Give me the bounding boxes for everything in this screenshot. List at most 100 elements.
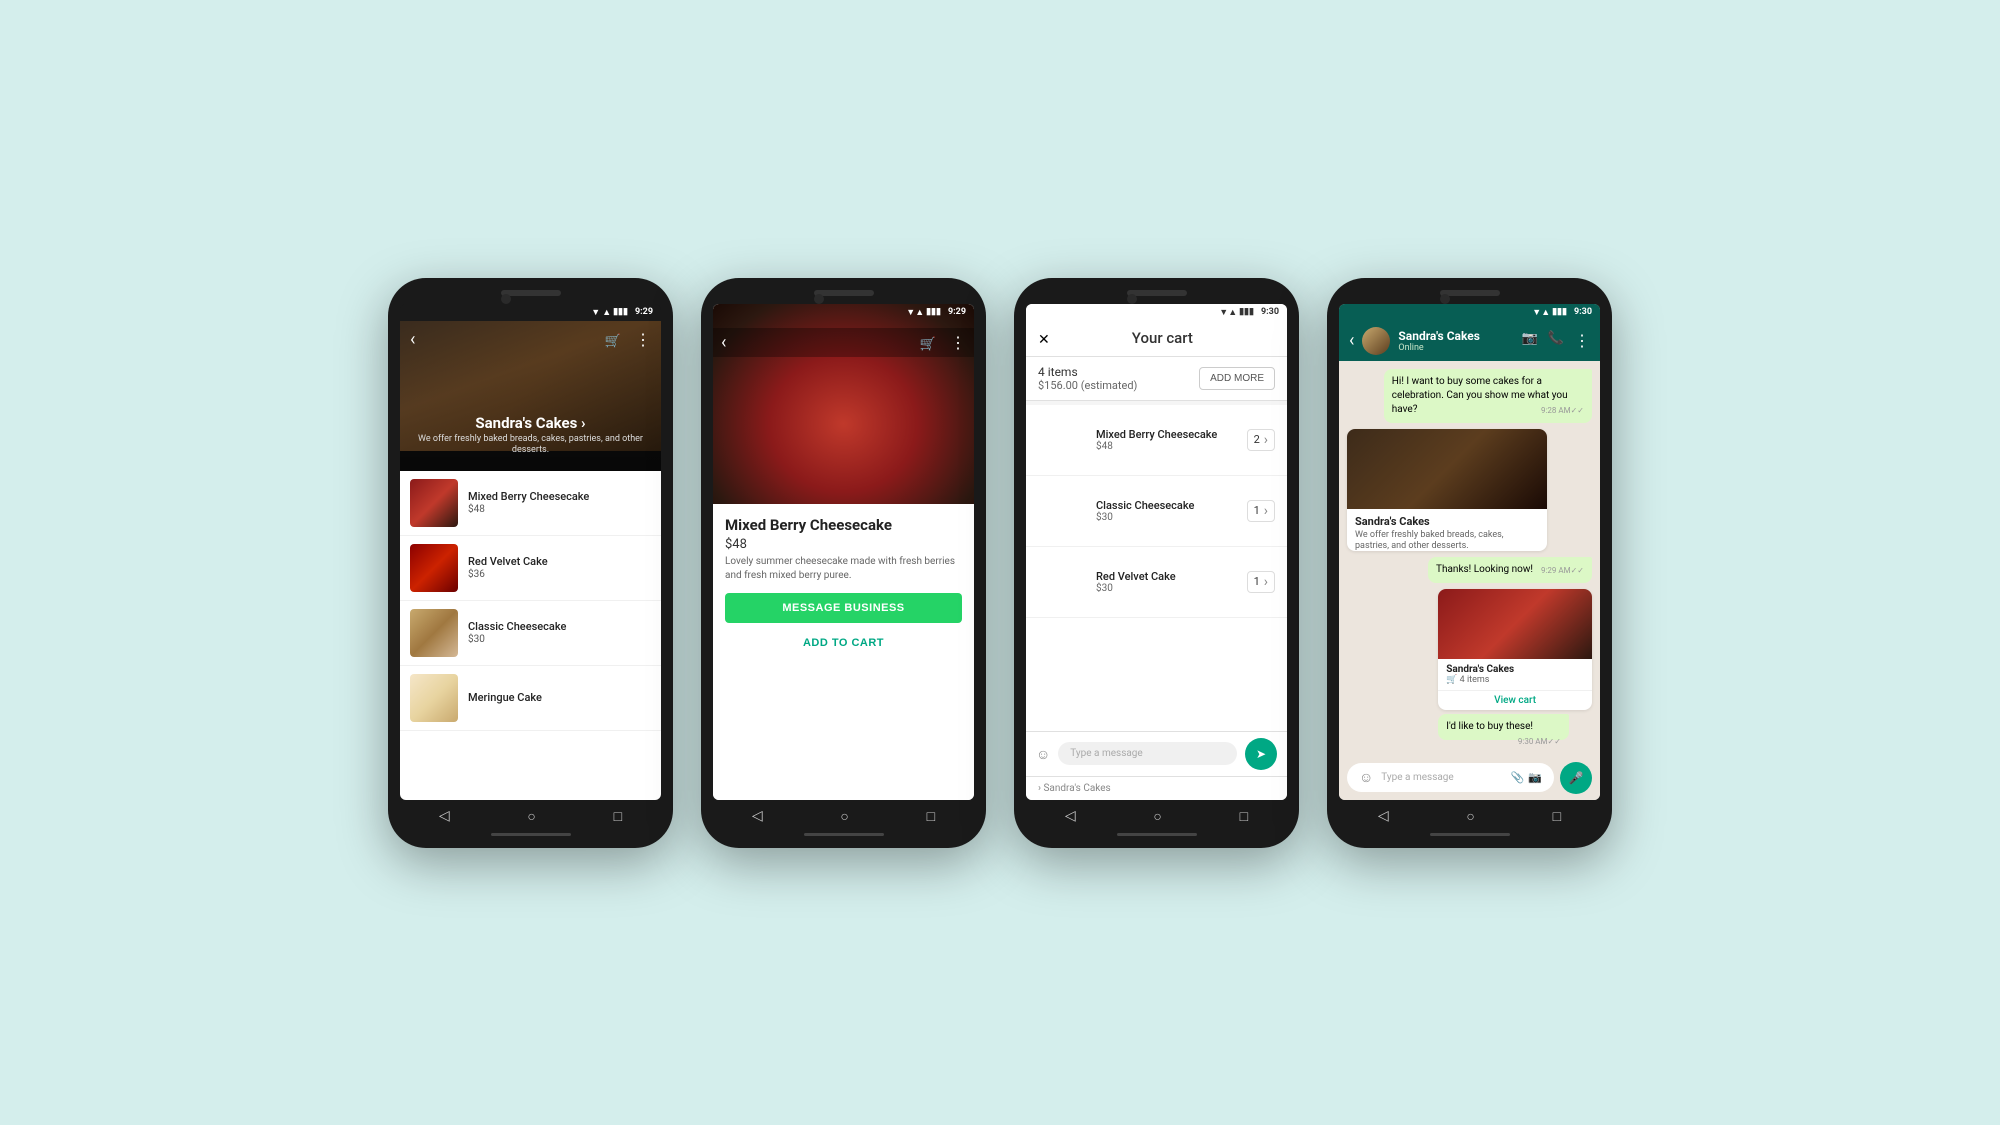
nav-recent-2[interactable]: □ — [927, 808, 935, 825]
cart-footer-label: › Sandra's Cakes — [1038, 783, 1111, 794]
msg-text-2: Thanks! Looking now! — [1436, 564, 1533, 575]
chat-input-field[interactable]: Type a message 📎 📷 — [1347, 763, 1554, 792]
nav-recent-3[interactable]: □ — [1240, 808, 1248, 825]
add-more-btn[interactable]: ADD MORE — [1199, 367, 1275, 390]
qty-chevron-2[interactable] — [1264, 503, 1268, 519]
nav-home-2[interactable]: ○ — [840, 808, 848, 825]
close-cart-btn[interactable] — [1038, 329, 1050, 348]
cart-item-qty-1[interactable]: 2 — [1247, 429, 1275, 451]
nav-recent-1[interactable]: □ — [614, 808, 622, 825]
msg-time-2: 9:29 AM — [1541, 565, 1584, 576]
signal-icon-3: ▼▲ — [1219, 307, 1237, 318]
bottom-bar-1 — [491, 833, 571, 836]
qty-chevron-3[interactable] — [1264, 574, 1268, 590]
back-icon-1[interactable] — [410, 329, 415, 350]
business-title-area: Sandra's Cakes › We offer freshly baked … — [410, 414, 651, 457]
chat-header: Sandra's Cakes Online 📷 📞 — [1339, 321, 1600, 361]
more-icon-1[interactable] — [635, 330, 651, 349]
cart-thumb-classic — [1038, 486, 1088, 536]
catalog-list-1: Mixed Berry Cheesecake $48 Red Velvet Ca… — [400, 471, 661, 800]
wifi-icon-1: ▲ — [602, 307, 611, 318]
cart-item-qty-2[interactable]: 1 — [1247, 500, 1275, 522]
back-icon-2[interactable] — [721, 332, 726, 353]
bottom-bar-2 — [804, 833, 884, 836]
status-bar-3: ▼▲ ▮▮▮ 9:30 — [1026, 304, 1287, 321]
cart-footer: › Sandra's Cakes — [1026, 776, 1287, 800]
cart-item-count: 🛒 4 items — [1446, 675, 1584, 685]
cart-item-price-2: $30 — [1096, 512, 1194, 523]
nav-back-2[interactable]: ◁ — [752, 808, 763, 824]
cart-item-price-3: $30 — [1096, 583, 1176, 594]
send-btn-3[interactable] — [1245, 738, 1277, 770]
nav-home-1[interactable]: ○ — [527, 808, 535, 825]
cart-header: Your cart — [1026, 321, 1287, 357]
phone-call-icon[interactable]: 📞 — [1548, 331, 1564, 350]
nav-back-3[interactable]: ◁ — [1065, 808, 1076, 824]
add-to-cart-btn[interactable]: ADD TO CART — [725, 631, 962, 655]
phones-container: ▼ ▲ ▮▮▮ 9:29 — [388, 278, 1612, 848]
cart-thumb-berry — [1038, 415, 1088, 465]
phone-3: ▼▲ ▮▮▮ 9:30 Your cart 4 items $156.00 (e… — [1014, 278, 1299, 848]
cart-title: Your cart — [1050, 329, 1275, 347]
phone-1: ▼ ▲ ▮▮▮ 9:29 — [388, 278, 673, 848]
item-name-2: Red Velvet Cake — [468, 555, 548, 568]
nav-home-3[interactable]: ○ — [1153, 808, 1161, 825]
cart-item-2: Classic Cheesecake $30 1 — [1026, 476, 1287, 547]
contact-name: Sandra's Cakes — [1398, 329, 1513, 343]
time-2: 9:29 — [948, 307, 966, 317]
status-bar-4: ▼▲ ▮▮▮ 9:30 — [1339, 304, 1600, 321]
back-icon-4[interactable] — [1349, 330, 1354, 351]
signal-icon-4: ▼▲ — [1532, 307, 1550, 318]
message-input-3[interactable]: Type a message — [1058, 742, 1237, 765]
more-icon-4[interactable] — [1574, 331, 1590, 350]
phone-2: ▼▲ ▮▮▮ 9:29 — [701, 278, 986, 848]
phone-3-nav: ◁ ○ □ — [1026, 800, 1287, 829]
business-tagline-1: We offer freshly baked breads, cakes, pa… — [410, 434, 651, 457]
cart-icon-2[interactable] — [920, 333, 936, 352]
msg-sent-1: Hi! I want to buy some cakes for a celeb… — [1384, 369, 1592, 423]
battery-icon-4: ▮▮▮ — [1552, 307, 1567, 317]
cart-msg-wrapper: Sandra's Cakes 🛒 4 items View cart I'd l… — [1438, 589, 1592, 747]
cart-items-list: Mixed Berry Cheesecake $48 2 Classic Che… — [1026, 405, 1287, 731]
item-thumb-meringue — [410, 674, 458, 722]
signal-icon-2: ▼▲ — [906, 307, 924, 318]
nav-back-4[interactable]: ◁ — [1378, 808, 1389, 824]
emoji-icon-3[interactable] — [1036, 744, 1050, 763]
more-icon-2[interactable] — [950, 333, 966, 352]
video-call-icon[interactable]: 📷 — [1522, 331, 1538, 350]
phone-3-camera — [1127, 294, 1137, 304]
catalog-item-3[interactable]: Classic Cheesecake $30 — [400, 601, 661, 666]
catalog-item-4[interactable]: Meringue Cake — [400, 666, 661, 731]
nav-recent-4[interactable]: □ — [1553, 808, 1561, 825]
mic-btn[interactable]: 🎤 — [1560, 762, 1592, 794]
message-business-btn[interactable]: MESSAGE BUSINESS — [725, 593, 962, 623]
cart-item-name-1: Mixed Berry Cheesecake — [1096, 428, 1217, 441]
chat-name-area: Sandra's Cakes Online — [1398, 329, 1513, 353]
status-bar-2: ▼▲ ▮▮▮ 9:29 — [713, 304, 974, 321]
item-name-4: Meringue Cake — [468, 691, 542, 704]
catalog-card-img — [1347, 429, 1547, 509]
phone-4-nav: ◁ ○ □ — [1339, 800, 1600, 829]
catalog-item-2[interactable]: Red Velvet Cake $36 — [400, 536, 661, 601]
qty-chevron-1[interactable] — [1264, 432, 1268, 448]
cart-extra-msg: I'd like to buy these! 9:30 AM — [1438, 714, 1569, 740]
cart-item-name-3: Red Velvet Cake — [1096, 570, 1176, 583]
nav-home-4[interactable]: ○ — [1466, 808, 1474, 825]
emoji-icon-4[interactable] — [1359, 769, 1373, 786]
battery-icon-2: ▮▮▮ — [926, 307, 941, 317]
cart-item-qty-3[interactable]: 1 — [1247, 571, 1275, 593]
camera-icon[interactable]: 📷 — [1528, 771, 1542, 784]
phone-4-camera — [1440, 294, 1450, 304]
attach-icon[interactable]: 📎 — [1511, 771, 1525, 784]
product-price-2: $48 — [725, 537, 962, 552]
item-name-1: Mixed Berry Cheesecake — [468, 490, 589, 503]
chat-avatar — [1362, 327, 1390, 355]
view-cart-link[interactable]: View cart — [1438, 690, 1592, 710]
nav-back-1[interactable]: ◁ — [439, 808, 450, 824]
catalog-item-1[interactable]: Mixed Berry Cheesecake $48 — [400, 471, 661, 536]
phone-3-screen: ▼▲ ▮▮▮ 9:30 Your cart 4 items $156.00 (e… — [1026, 304, 1287, 800]
cart-icon-1[interactable] — [605, 330, 621, 349]
cart-price: $156.00 (estimated) — [1038, 379, 1137, 392]
topbar-1 — [410, 325, 651, 354]
send-icon-3 — [1256, 746, 1266, 762]
